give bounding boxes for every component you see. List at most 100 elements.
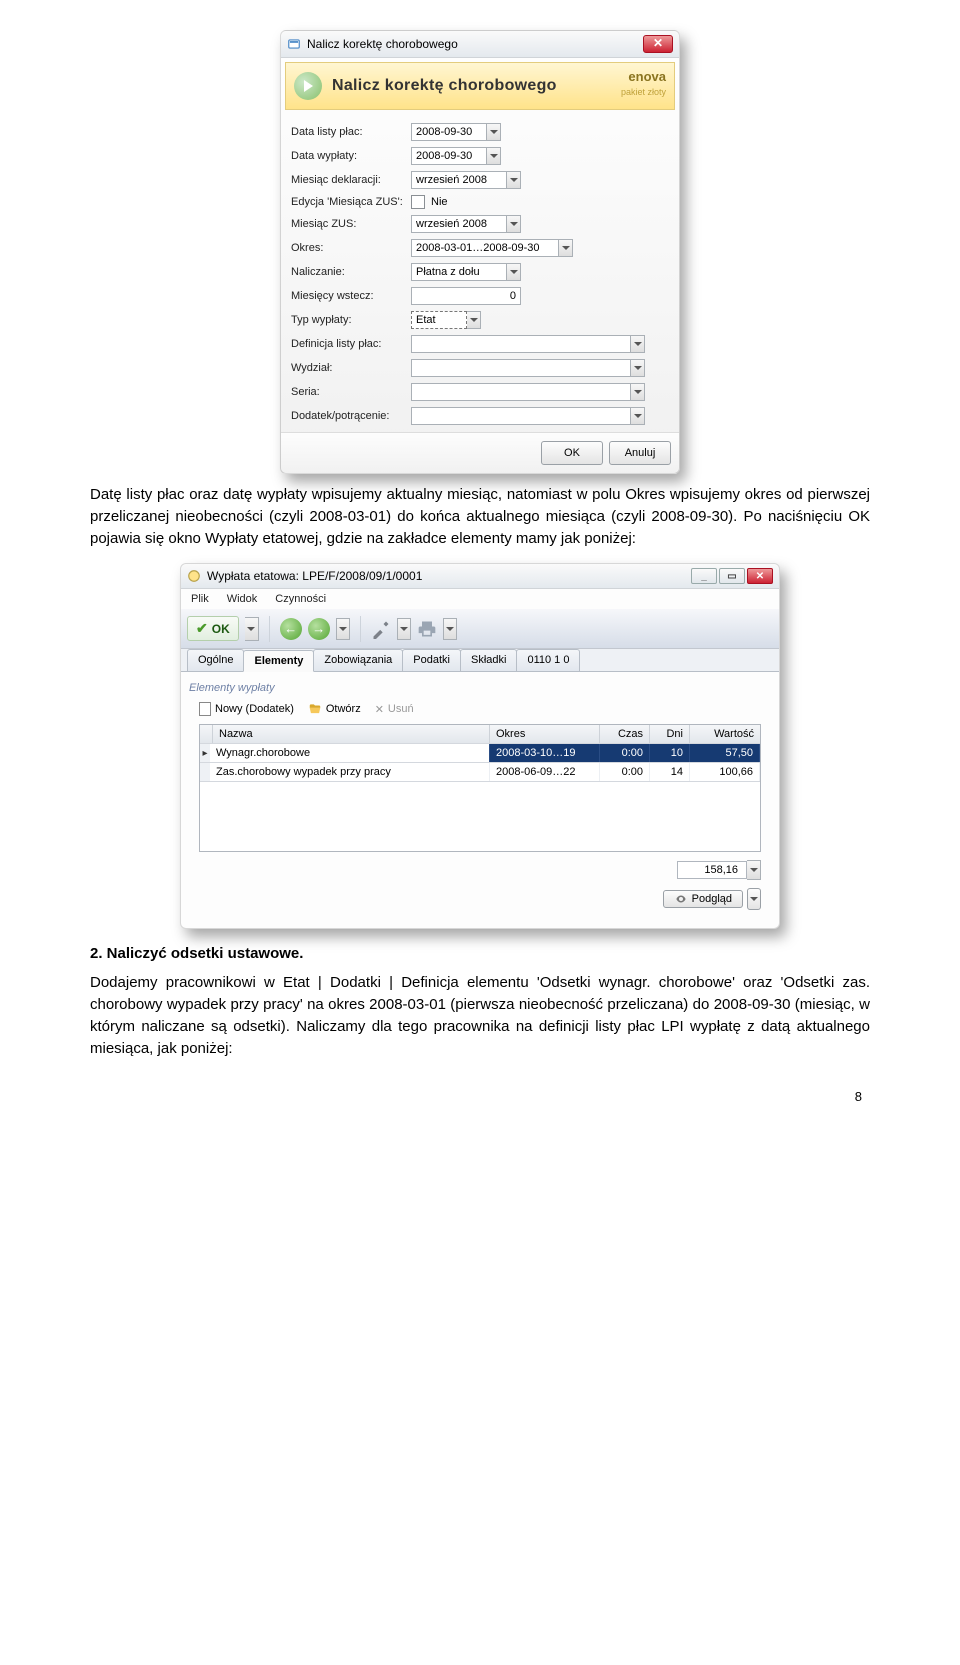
brand-subtitle: pakiet złoty	[621, 87, 666, 97]
ok-button[interactable]: OK	[541, 441, 603, 465]
input-dodatek[interactable]	[411, 407, 631, 425]
folder-icon	[308, 702, 322, 716]
dropdown-icon[interactable]	[631, 407, 645, 425]
heading-step-2: 2. Naliczyć odsetki ustawowe.	[90, 945, 870, 962]
cell-dni: 14	[650, 763, 690, 781]
tabs: Ogólne Elementy Zobowiązania Podatki Skł…	[181, 649, 779, 672]
col-wartosc[interactable]: Wartość	[690, 725, 760, 743]
window-title: Nalicz korektę chorobowego	[307, 37, 458, 51]
total-dropdown-icon[interactable]	[747, 860, 761, 880]
tab-ogolne[interactable]: Ogólne	[187, 649, 244, 671]
tab-podatki[interactable]: Podatki	[402, 649, 461, 671]
menu-widok[interactable]: Widok	[227, 593, 258, 605]
dropdown-icon[interactable]	[487, 147, 501, 165]
col-czas[interactable]: Czas	[600, 725, 650, 743]
dropdown-icon[interactable]	[507, 171, 521, 189]
ok-dropdown-icon[interactable]	[245, 617, 259, 641]
tools-dropdown-icon[interactable]	[397, 618, 411, 640]
delete-icon: ✕	[375, 703, 384, 716]
total-value: 158,16	[677, 861, 747, 879]
input-miesiac-zus[interactable]: wrzesień 2008	[411, 215, 507, 233]
tab-elementy[interactable]: Elementy	[243, 650, 314, 672]
delete-button[interactable]: ✕ Usuń	[375, 703, 414, 716]
paragraph-1: Datę listy płac oraz datę wypłaty wpisuj…	[90, 484, 870, 549]
app-icon	[187, 569, 201, 583]
new-button[interactable]: Nowy (Dodatek)	[199, 702, 294, 716]
dialog-header: Nalicz korektę chorobowego enova pakiet …	[285, 62, 675, 110]
cell-dni: 10	[650, 744, 690, 762]
window-title: Wypłata etatowa: LPE/F/2008/09/1/0001	[207, 569, 422, 583]
preview-button[interactable]: Podgląd	[663, 890, 743, 908]
grid-toolbar: Nowy (Dodatek) Otwórz ✕ Usuń	[189, 702, 771, 724]
label-edycja-zus: Edycja 'Miesiąca ZUS':	[291, 196, 411, 208]
label-miesiac-zus: Miesiąc ZUS:	[291, 218, 411, 230]
separator	[360, 616, 361, 642]
titlebar[interactable]: Nalicz korektę chorobowego ✕	[281, 31, 679, 58]
window-wyplata-etatowa: Wypłata etatowa: LPE/F/2008/09/1/0001 _ …	[180, 563, 780, 929]
cancel-button[interactable]: Anuluj	[609, 441, 671, 465]
dropdown-icon[interactable]	[631, 335, 645, 353]
dropdown-icon[interactable]	[467, 311, 481, 329]
label-data-listy: Data listy płac:	[291, 126, 411, 138]
titlebar[interactable]: Wypłata etatowa: LPE/F/2008/09/1/0001 _ …	[181, 564, 779, 589]
nav-dropdown-icon[interactable]	[336, 618, 350, 640]
cell-okres: 2008-06-09…22	[490, 763, 600, 781]
menubar: Plik Widok Czynności	[181, 589, 779, 609]
cell-wartosc: 57,50	[690, 744, 760, 762]
open-button[interactable]: Otwórz	[308, 702, 361, 716]
input-typ-wyplaty[interactable]: Etat	[411, 311, 467, 329]
checkbox-edycja-zus[interactable]	[411, 195, 425, 209]
panel-elementy: Elementy wypłaty Nowy (Dodatek) Otwórz ✕…	[181, 672, 779, 928]
tab-skladki[interactable]: Składki	[460, 649, 517, 671]
label-def-listy: Definicja listy płac:	[291, 338, 411, 350]
brand-logo: enova	[628, 69, 666, 84]
label-naliczanie: Naliczanie:	[291, 266, 411, 278]
dropdown-icon[interactable]	[559, 239, 573, 257]
tab-zobowiazania[interactable]: Zobowiązania	[313, 649, 403, 671]
play-icon	[294, 72, 322, 100]
input-def-listy[interactable]	[411, 335, 631, 353]
grid-marker-col	[200, 725, 213, 743]
dropdown-icon[interactable]	[487, 123, 501, 141]
input-data-listy[interactable]: 2008-09-30	[411, 123, 487, 141]
dialog-nalicz-korekte: Nalicz korektę chorobowego ✕ Nalicz kore…	[280, 30, 680, 474]
panel-footer: Podgląd	[189, 884, 771, 920]
menu-czynnosci[interactable]: Czynności	[275, 593, 326, 605]
dropdown-icon[interactable]	[631, 359, 645, 377]
print-icon[interactable]	[417, 619, 437, 639]
preview-dropdown-icon[interactable]	[747, 888, 761, 910]
dropdown-icon[interactable]	[507, 263, 521, 281]
input-miesiac-dekl[interactable]: wrzesień 2008	[411, 171, 507, 189]
dropdown-icon[interactable]	[631, 383, 645, 401]
wrench-icon[interactable]	[371, 619, 391, 639]
col-dni[interactable]: Dni	[650, 725, 690, 743]
ok-button[interactable]: ✔OK	[187, 616, 239, 641]
cell-okres: 2008-03-10…19	[490, 744, 600, 762]
maximize-button[interactable]: ▭	[719, 568, 745, 584]
input-naliczanie[interactable]: Płatna z dołu	[411, 263, 507, 281]
tab-0110[interactable]: 0110 1 0	[516, 649, 580, 671]
table-row[interactable]: ▸ Wynagr.chorobowe 2008-03-10…19 0:00 10…	[200, 743, 760, 762]
table-row[interactable]: Zas.chorobowy wypadek przy pracy 2008-06…	[200, 762, 760, 781]
back-button[interactable]: ←	[280, 618, 302, 640]
dropdown-icon[interactable]	[507, 215, 521, 233]
input-miesiecy-wstecz[interactable]: 0	[411, 287, 521, 305]
dialog-header-title: Nalicz korektę chorobowego	[332, 77, 557, 95]
close-button[interactable]: ✕	[643, 35, 673, 53]
input-seria[interactable]	[411, 383, 631, 401]
label-data-wyplaty: Data wypłaty:	[291, 150, 411, 162]
cell-wartosc: 100,66	[690, 763, 760, 781]
col-okres[interactable]: Okres	[490, 725, 600, 743]
label-dodatek: Dodatek/potrącenie:	[291, 410, 411, 422]
input-wydzial[interactable]	[411, 359, 631, 377]
close-button[interactable]: ✕	[747, 568, 773, 584]
print-dropdown-icon[interactable]	[443, 618, 457, 640]
input-data-wyplaty[interactable]: 2008-09-30	[411, 147, 487, 165]
col-nazwa[interactable]: Nazwa	[213, 725, 490, 743]
input-okres[interactable]: 2008-03-01…2008-09-30	[411, 239, 559, 257]
row-marker-icon	[200, 763, 210, 781]
forward-button[interactable]: →	[308, 618, 330, 640]
menu-plik[interactable]: Plik	[191, 593, 209, 605]
minimize-button[interactable]: _	[691, 568, 717, 584]
value-edycja-zus: Nie	[431, 196, 448, 208]
